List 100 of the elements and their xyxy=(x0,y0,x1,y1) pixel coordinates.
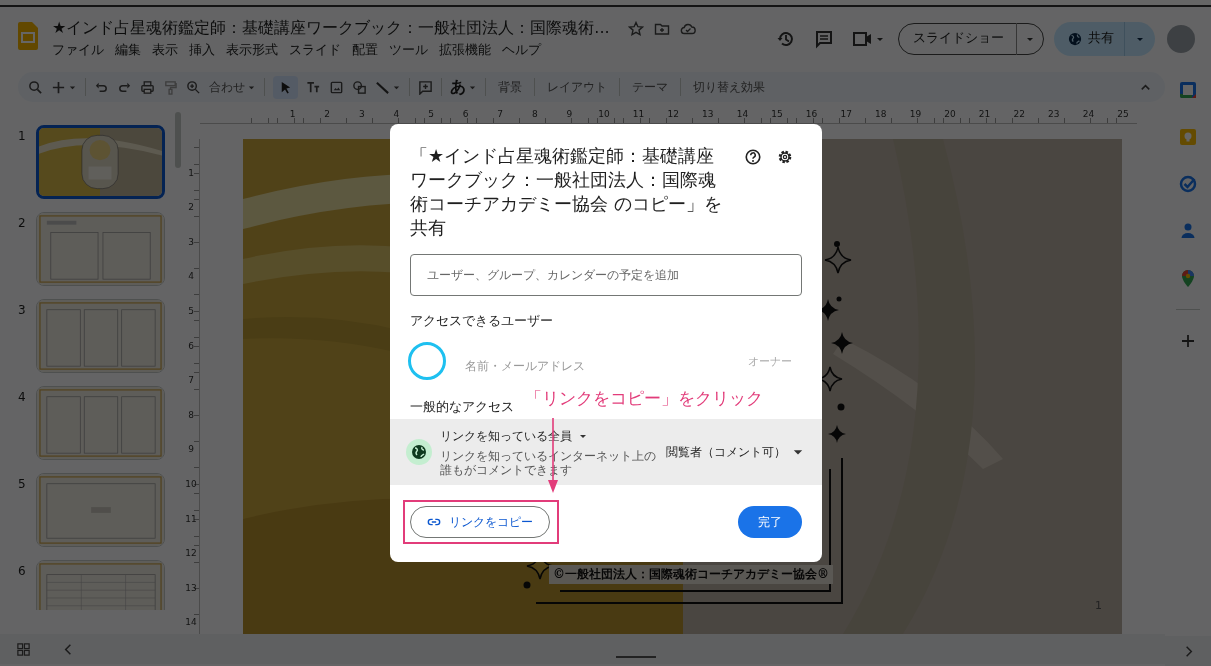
ruler-number: 10 xyxy=(597,109,611,119)
ruler-number: 2 xyxy=(323,109,332,119)
ruler-number: 8 xyxy=(187,409,195,420)
share-button[interactable]: 共有 xyxy=(1054,21,1155,56)
tasks-icon[interactable] xyxy=(1178,174,1198,194)
ruler-number: 14 xyxy=(735,109,750,119)
ruler-number: 17 xyxy=(839,109,853,119)
settings-icon[interactable] xyxy=(776,148,794,166)
slide-thumbnail[interactable] xyxy=(36,125,165,199)
slide-number: 2 xyxy=(17,216,27,230)
menu-item[interactable]: 表示 xyxy=(152,42,178,59)
ruler-number: 25 xyxy=(1116,109,1130,119)
resize-handle[interactable] xyxy=(615,656,656,658)
slide-thumbnail[interactable] xyxy=(36,386,165,460)
ruler-number: 14 xyxy=(185,617,197,628)
image-icon[interactable] xyxy=(329,79,344,95)
ruler-number: 4 xyxy=(392,109,401,119)
ruler-number: 2 xyxy=(187,202,195,213)
ruler-number: 4 xyxy=(187,271,195,282)
ruler-number: 11 xyxy=(631,109,646,119)
slide-thumbnail[interactable] xyxy=(36,299,165,373)
slide-footer: ©一般社団法人：国際魂術コーチアカデミー協会® xyxy=(549,565,833,584)
ruler-number: 5 xyxy=(427,109,435,119)
slide-number: 3 xyxy=(17,303,27,317)
text-style-dropdown[interactable]: あ xyxy=(450,76,466,98)
ruler-number: 8 xyxy=(530,109,539,119)
ruler-number: 9 xyxy=(565,109,574,119)
ruler-number: 18 xyxy=(874,109,888,119)
select-tool[interactable] xyxy=(273,75,298,99)
slide-number: 5 xyxy=(17,477,27,491)
annotation-text: 「リンクをコピー」をクリック xyxy=(525,388,763,410)
ruler-number: 3 xyxy=(357,109,366,119)
ruler-number: 15 xyxy=(770,109,784,119)
slides-logo-icon[interactable] xyxy=(18,21,38,50)
star-icon[interactable] xyxy=(627,20,644,37)
slide-number: 6 xyxy=(17,564,27,578)
menu-item[interactable]: 配置 xyxy=(352,42,378,59)
section-heading: 一般的なアクセス xyxy=(410,398,514,416)
menu-item[interactable]: 編集 xyxy=(115,42,141,59)
ruler-number: 7 xyxy=(187,375,195,386)
menu-item[interactable]: ツール xyxy=(389,42,428,59)
ruler-number: 23 xyxy=(1047,109,1061,119)
globe-icon xyxy=(406,439,432,465)
shapes-icon[interactable] xyxy=(352,79,367,95)
section-heading: アクセスできるユーザー xyxy=(410,312,553,330)
ruler-number: 7 xyxy=(496,109,505,119)
calendar-icon[interactable] xyxy=(1178,80,1198,100)
ruler-number: 22 xyxy=(1012,109,1026,119)
zoom-dropdown[interactable]: 合わせ xyxy=(209,78,245,96)
dialog-title: 「★インド占星魂術鑑定師：基礎講座ワークブック：一般社団法人：国際魂術コーチアカデミー協会 のコピー」を共有 xyxy=(410,144,723,240)
line-icon[interactable] xyxy=(375,79,390,95)
menu-item[interactable]: 挿入 xyxy=(189,42,215,59)
ruler-number: 16 xyxy=(804,109,819,119)
avatar[interactable] xyxy=(1167,24,1195,53)
grid-view-icon[interactable] xyxy=(16,641,31,657)
keep-icon[interactable] xyxy=(1178,127,1198,147)
ruler-number: 12 xyxy=(666,109,680,119)
menu-item[interactable]: 拡張機能 xyxy=(439,42,491,59)
ruler-number: 13 xyxy=(185,582,197,593)
owner-name: 名前・メールアドレス xyxy=(465,357,585,375)
ruler-number: 21 xyxy=(977,109,992,119)
ruler-number: 10 xyxy=(185,479,197,489)
ruler-number: 19 xyxy=(908,109,923,119)
ruler-number: 11 xyxy=(185,513,197,524)
menu-item[interactable]: ヘルプ xyxy=(502,42,541,59)
ruler-number: 20 xyxy=(943,109,957,119)
slide-number: 4 xyxy=(17,390,27,404)
document-title[interactable]: ★インド占星魂術鑑定師：基礎講座ワークブック：一般社団法人：国際魂術... xyxy=(52,18,610,39)
toolbar-button[interactable]: 背景 xyxy=(494,78,526,96)
comment-icon[interactable] xyxy=(814,28,834,49)
done-button[interactable]: 完了 xyxy=(738,506,802,538)
paint-format-icon[interactable] xyxy=(163,79,178,95)
ruler-number: 6 xyxy=(461,109,470,119)
ruler-number: 12 xyxy=(185,548,197,559)
plus-icon[interactable] xyxy=(51,79,66,95)
help-icon[interactable] xyxy=(744,148,762,166)
toolbar-button[interactable]: 切り替え効果 xyxy=(689,78,769,96)
globe-icon xyxy=(1068,31,1082,46)
ruler-number: 6 xyxy=(187,340,195,351)
ruler-number: 24 xyxy=(1081,109,1096,119)
ruler-number: 9 xyxy=(187,444,195,455)
ruler-number: 1 xyxy=(288,109,297,119)
zoom-icon[interactable] xyxy=(186,79,201,95)
print-icon[interactable] xyxy=(140,79,155,95)
owner-role: オーナー xyxy=(748,353,792,369)
avatar xyxy=(408,342,446,380)
menu-item[interactable]: 表示形式 xyxy=(226,42,278,59)
add-people-field[interactable]: ユーザー、グループ、カレンダーの予定を追加 xyxy=(410,254,802,296)
ruler-number: 13 xyxy=(701,109,715,119)
text-box-icon[interactable] xyxy=(306,79,321,95)
copy-link-button[interactable]: リンクをコピー xyxy=(410,506,550,538)
menu-item[interactable]: ファイル xyxy=(52,42,104,59)
ruler-number: 5 xyxy=(187,306,195,316)
role-dropdown[interactable]: 閲覧者（コメント可） xyxy=(666,443,804,461)
slide-thumbnail[interactable] xyxy=(36,473,165,547)
add-comment-icon[interactable] xyxy=(418,79,433,95)
slide-thumbnail[interactable] xyxy=(36,212,165,286)
ruler-number: 1 xyxy=(187,167,195,178)
search-icon[interactable] xyxy=(28,79,43,95)
menu-item[interactable]: スライド xyxy=(289,42,341,59)
